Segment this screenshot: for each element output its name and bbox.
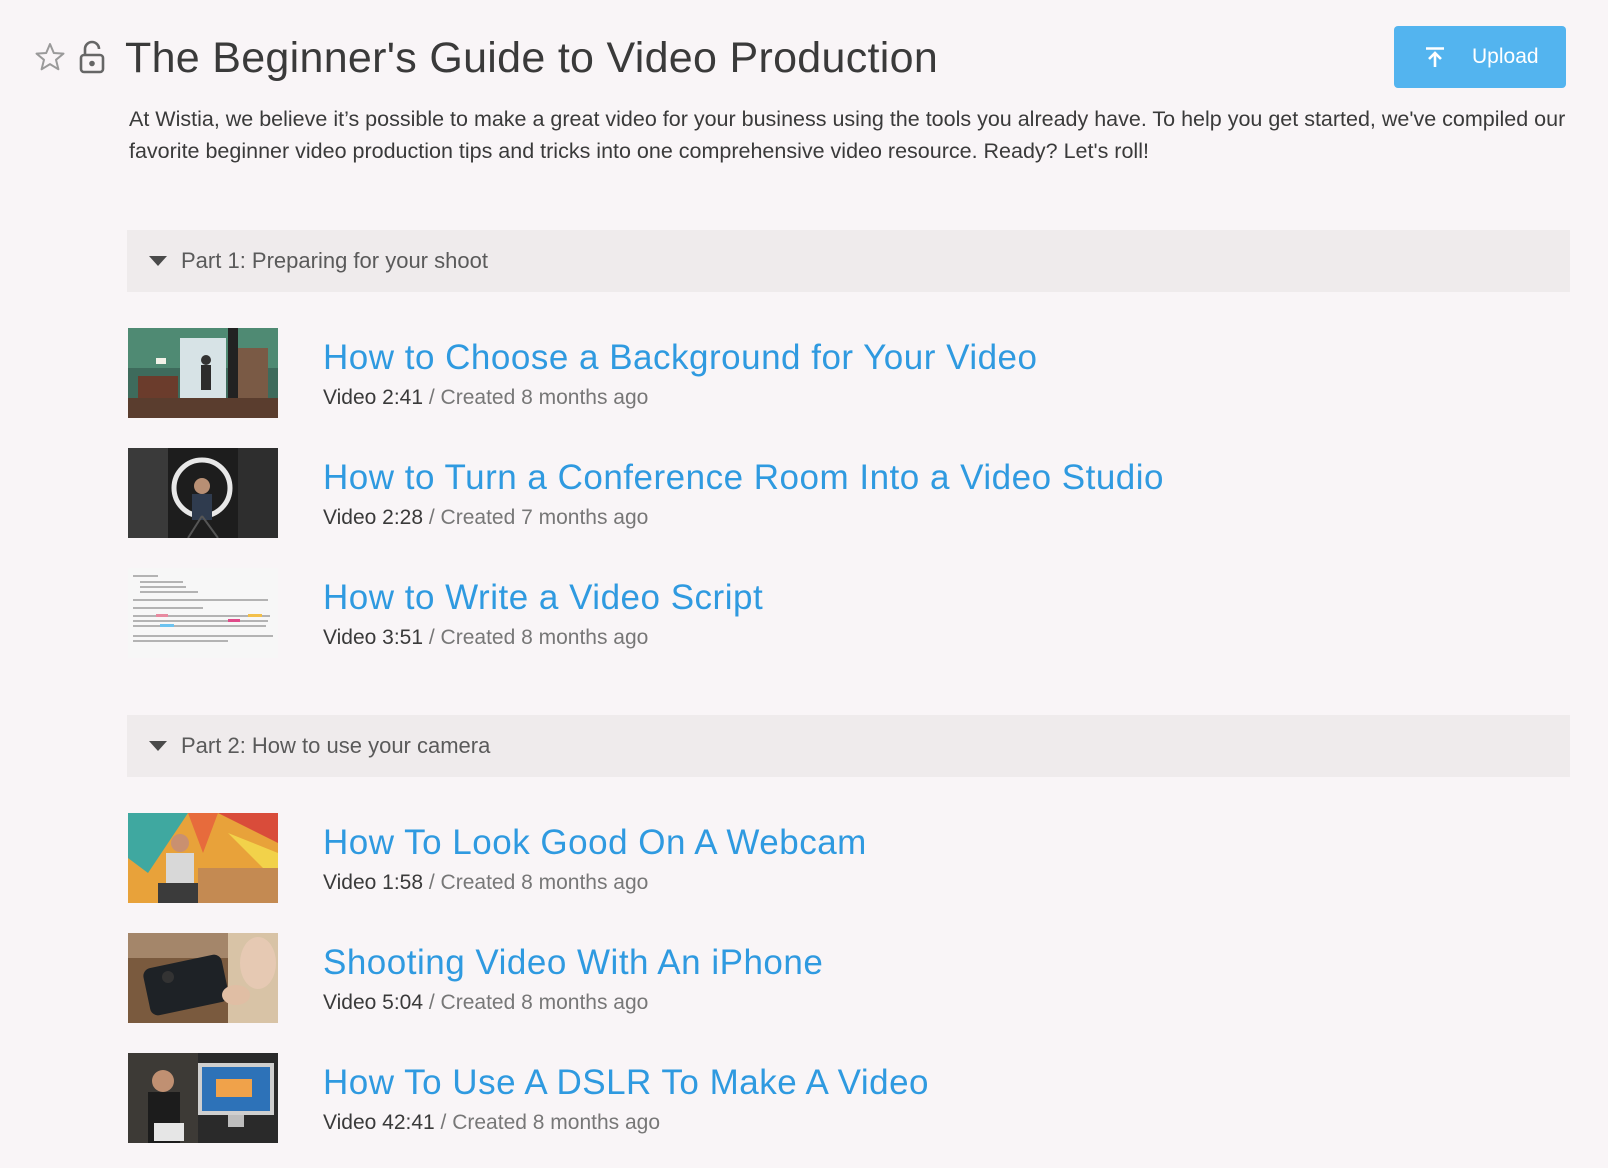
video-duration: Video 3:51 xyxy=(323,626,424,649)
video-meta: Video 1:58 / Created 8 months ago xyxy=(323,869,648,897)
media-item: Shooting Video With An iPhone Video 5:04… xyxy=(0,933,1608,1025)
video-title-link[interactable]: How to Choose a Background for Your Vide… xyxy=(323,336,1037,380)
project-description: At Wistia, we believe it’s possible to m… xyxy=(129,107,1566,163)
video-title-link[interactable]: How To Look Good On A Webcam xyxy=(323,821,867,865)
video-duration: Video 2:28 xyxy=(323,506,424,529)
video-title-link[interactable]: How to Turn a Conference Room Into a Vid… xyxy=(323,456,1164,500)
page-header: The Beginner's Guide to Video Production… xyxy=(0,0,1608,200)
upload-button[interactable]: Upload xyxy=(1394,26,1566,88)
created-date: / Created 8 months ago xyxy=(423,991,649,1014)
video-thumbnail[interactable] xyxy=(128,568,278,658)
caret-down-icon[interactable] xyxy=(149,256,167,266)
video-meta: Video 3:51 / Created 8 months ago xyxy=(323,624,648,652)
video-duration: Video 1:58 xyxy=(323,871,424,894)
upload-button-label: Upload xyxy=(1472,45,1539,68)
media-item: How To Use A DSLR To Make A Video Video … xyxy=(0,1053,1608,1145)
video-meta: Video 42:41 / Created 8 months ago xyxy=(323,1109,660,1137)
video-thumbnail[interactable] xyxy=(128,1053,278,1143)
media-item: How to Turn a Conference Room Into a Vid… xyxy=(0,448,1608,540)
video-meta: Video 5:04 / Created 8 months ago xyxy=(323,989,648,1017)
unlocked-lock-icon[interactable] xyxy=(78,40,106,74)
created-date: / Created 8 months ago xyxy=(423,626,649,649)
video-meta: Video 2:28 / Created 7 months ago xyxy=(323,504,648,532)
caret-down-icon[interactable] xyxy=(149,741,167,751)
video-title-link[interactable]: How To Use A DSLR To Make A Video xyxy=(323,1061,929,1105)
video-thumbnail[interactable] xyxy=(128,813,278,903)
video-duration: Video 42:41 xyxy=(323,1111,435,1134)
section-header[interactable]: Part 1: Preparing for your shoot xyxy=(127,230,1570,292)
media-item: How to Write a Video Script Video 3:51 /… xyxy=(0,568,1608,660)
upload-icon xyxy=(1426,47,1444,67)
star-icon[interactable] xyxy=(34,41,66,73)
section-title: Part 1: Preparing for your shoot xyxy=(181,248,488,273)
video-duration: Video 5:04 xyxy=(323,991,424,1014)
video-thumbnail[interactable] xyxy=(128,328,278,418)
video-thumbnail[interactable] xyxy=(128,448,278,538)
video-meta: Video 2:41 / Created 8 months ago xyxy=(323,384,648,412)
video-title-link[interactable]: Shooting Video With An iPhone xyxy=(323,941,823,985)
section-header[interactable]: Part 2: How to use your camera xyxy=(127,715,1570,777)
video-duration: Video 2:41 xyxy=(323,386,424,409)
video-thumbnail[interactable] xyxy=(128,933,278,1023)
created-date: / Created 8 months ago xyxy=(423,871,649,894)
media-item: How to Choose a Background for Your Vide… xyxy=(0,328,1608,420)
media-item: How To Look Good On A Webcam Video 1:58 … xyxy=(0,813,1608,905)
created-date: / Created 8 months ago xyxy=(434,1111,661,1134)
page-title: The Beginner's Guide to Video Production xyxy=(125,34,939,82)
created-date: / Created 7 months ago xyxy=(423,506,649,529)
video-title-link[interactable]: How to Write a Video Script xyxy=(323,576,763,620)
section-title: Part 2: How to use your camera xyxy=(181,733,491,758)
created-date: / Created 8 months ago xyxy=(423,386,649,409)
